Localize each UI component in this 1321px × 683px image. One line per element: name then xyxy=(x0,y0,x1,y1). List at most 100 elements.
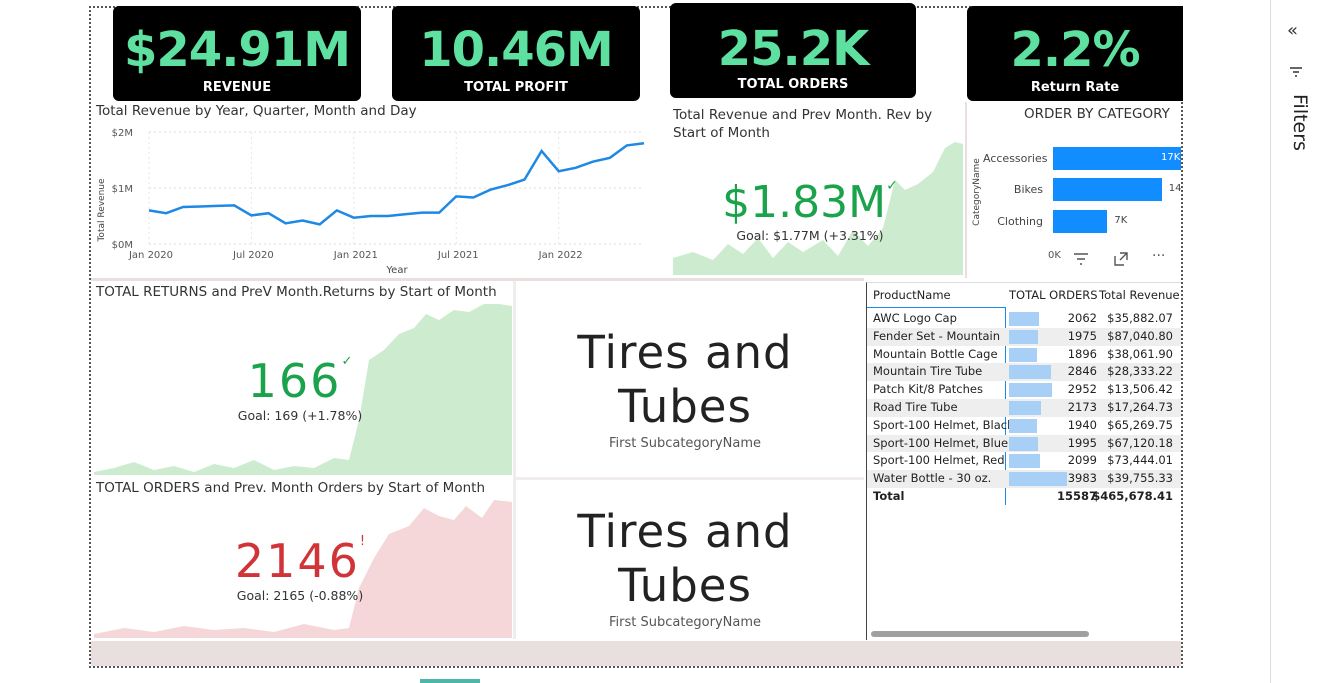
filter-icon[interactable] xyxy=(1072,250,1090,268)
table-row[interactable]: Mountain Tire Tube 2846 $28,333.22 xyxy=(867,363,1181,382)
kpi-profit-card[interactable]: 10.46M TOTAL PROFIT xyxy=(392,6,640,101)
category-x-tick: 0K xyxy=(1048,250,1061,261)
kpi-return-rate-label: Return Rate xyxy=(1030,80,1120,95)
kpi-profit-value: 10.46M xyxy=(419,22,614,78)
table-row[interactable]: AWC Logo Cap 2062 $35,882.07 xyxy=(867,310,1181,328)
revenue-x-tick: Jul 2021 xyxy=(437,250,479,261)
revenue-series-line[interactable] xyxy=(148,141,645,226)
panel-divider xyxy=(516,477,864,480)
header-total-orders[interactable]: TOTAL ORDERS xyxy=(1009,288,1098,302)
more-options-icon[interactable]: ··· xyxy=(1152,248,1165,264)
revenue-line-chart[interactable]: $2M$1M$0M Jan 2020 Jul 2020 Jan 2021 Jul 20… xyxy=(92,118,654,280)
panel-divider xyxy=(513,281,516,639)
kpi-orders-label: TOTAL ORDERS xyxy=(737,77,849,92)
revenue-x-axis-label: Year xyxy=(385,265,408,276)
returns-card-title: TOTAL RETURNS and PreV Month.Returns by … xyxy=(96,284,497,300)
focus-mode-icon[interactable] xyxy=(1112,250,1130,268)
cell-product-name: AWC Logo Cap xyxy=(873,311,957,325)
prev-month-rev-title: Total Revenue and Prev Month. Rev by Sta… xyxy=(673,107,933,141)
table-row[interactable]: Water Bottle - 30 oz. 3983 $39,755.33 xyxy=(867,470,1181,488)
filters-pane[interactable]: « Filters xyxy=(1270,0,1321,683)
cell-total-orders: 2952 xyxy=(1009,381,1103,399)
kpi-return-rate-card[interactable]: 2.2% Return Rate xyxy=(967,6,1183,101)
total-revenue: $465,678.41 xyxy=(1092,489,1173,503)
subcategory-card-2-label: First SubcategoryName xyxy=(608,615,762,630)
table-row[interactable]: Mountain Bottle Cage 1896 $38,061.90 xyxy=(867,346,1181,364)
orders-card-title: TOTAL ORDERS and Prev. Month Orders by S… xyxy=(96,480,485,496)
category-bar[interactable] xyxy=(1053,210,1108,233)
returns-goal: Goal: 169 (+1.78%) xyxy=(237,408,363,423)
order-by-category-title: ORDER BY CATEGORY xyxy=(1024,106,1170,122)
revenue-x-tick: Jan 2022 xyxy=(538,250,583,261)
header-productname[interactable]: ProductName xyxy=(873,288,951,302)
category-axis-label-wrap: CategoryName xyxy=(970,155,984,235)
cell-total-orders: 3983 xyxy=(1009,470,1103,488)
orders-data-bar xyxy=(1009,418,1038,433)
orders-data-bar xyxy=(1009,472,1068,487)
kpi-orders-card[interactable]: 25.2K TOTAL ORDERS xyxy=(670,3,916,98)
collapse-chevron-icon[interactable]: « xyxy=(1287,20,1298,41)
warning-icon: ! xyxy=(359,534,366,549)
category-label: Accessories xyxy=(983,152,1048,165)
orders-data-bar xyxy=(1009,436,1039,451)
cell-total-revenue: $87,040.80 xyxy=(1107,328,1173,343)
cell-total-orders: 2846 xyxy=(1009,363,1103,381)
kpi-revenue-card[interactable]: $24.91M REVENUE xyxy=(113,6,361,101)
cell-total-orders: 1995 xyxy=(1009,435,1103,453)
orders-data-bar xyxy=(1009,454,1040,469)
panel-divider xyxy=(94,475,512,478)
orders-data-bar xyxy=(1009,383,1053,398)
page-tab-indicator xyxy=(420,679,480,683)
table-row[interactable]: Fender Set - Mountain 1975 $87,040.80 xyxy=(867,327,1181,346)
revenue-y-tick: $1M xyxy=(112,184,133,195)
prev-month-rev-kpi: $1.83M✓ Goal: $1.77M (+3.31%) xyxy=(680,177,940,244)
table-row[interactable]: Sport-100 Helmet, Blue 1995 $67,120.18 xyxy=(867,434,1181,453)
visual-header-toolbar: ··· xyxy=(1070,248,1180,272)
category-label: Bikes xyxy=(1013,183,1043,196)
total-orders: 15587 xyxy=(1056,489,1097,503)
cell-total-revenue: $35,882.07 xyxy=(1107,311,1173,325)
subcategory-card-1-label: First SubcategoryName xyxy=(608,436,762,451)
category-bar[interactable] xyxy=(1053,178,1162,201)
filters-label: Filters xyxy=(1289,94,1311,151)
table-row[interactable]: Road Tire Tube 2173 $17,264.73 xyxy=(867,399,1181,417)
table-row[interactable]: Sport-100 Helmet, Red 2099 $73,444.01 xyxy=(867,452,1181,470)
cell-total-revenue: $73,444.01 xyxy=(1107,453,1173,468)
total-label: Total xyxy=(873,489,905,503)
kpi-revenue-value: $24.91M xyxy=(124,22,351,78)
product-table[interactable]: ProductName TOTAL ORDERS Total Revenue A… xyxy=(866,282,1181,640)
cell-total-orders: 2099 xyxy=(1009,452,1103,470)
table-total-row: Total 15587 $465,678.41 xyxy=(867,488,1181,506)
orders-kpi: 2146! Goal: 2165 (-0.88%) xyxy=(200,534,400,603)
cell-product-name: Mountain Tire Tube xyxy=(873,364,983,379)
kpi-return-rate-value: 2.2% xyxy=(1010,22,1140,78)
horizontal-scrollbar[interactable] xyxy=(871,631,1089,637)
orders-data-bar xyxy=(1009,329,1038,344)
table-row[interactable]: Patch Kit/8 Patches 2952 $13,506.42 xyxy=(867,381,1181,399)
table-row[interactable]: Sport-100 Helmet, Black 1940 $65,269.75 xyxy=(867,417,1181,435)
orders-data-bar xyxy=(1009,347,1037,362)
prev-month-rev-goal: Goal: $1.77M (+3.31%) xyxy=(736,228,884,243)
cell-total-revenue: $39,755.33 xyxy=(1107,471,1173,486)
cell-total-revenue: $65,269.75 xyxy=(1107,417,1173,432)
category-value-label: 7K xyxy=(1114,215,1128,226)
cell-product-name: Water Bottle - 30 oz. xyxy=(873,471,992,486)
category-value-label: 17K xyxy=(1161,152,1181,163)
cell-total-revenue: $28,333.22 xyxy=(1107,364,1173,379)
kpi-orders-value: 25.2K xyxy=(717,21,870,77)
prev-month-rev-value: $1.83M xyxy=(722,177,887,228)
kpi-revenue-label: REVENUE xyxy=(202,80,272,95)
subcategory-card-1[interactable]: Tires and Tubes First SubcategoryName xyxy=(520,326,850,451)
cell-product-name: Fender Set - Mountain xyxy=(873,328,1001,343)
table-header: ProductName TOTAL ORDERS Total Revenue xyxy=(873,286,1181,304)
cell-total-revenue: $17,264.73 xyxy=(1107,400,1173,414)
header-total-revenue[interactable]: Total Revenue xyxy=(1099,288,1180,302)
subcategory-card-2-line1: Tires and xyxy=(577,505,793,558)
header-underline xyxy=(867,307,1005,308)
revenue-y-axis-label: Total Revenue xyxy=(97,178,107,243)
cell-total-orders: 1940 xyxy=(1009,417,1103,435)
cell-product-name: Sport-100 Helmet, Black xyxy=(873,417,1014,432)
subcategory-card-2[interactable]: Tires and Tubes First SubcategoryName xyxy=(520,505,850,630)
orders-value: 2146 xyxy=(234,534,360,588)
cell-total-orders: 2062 xyxy=(1009,310,1103,328)
